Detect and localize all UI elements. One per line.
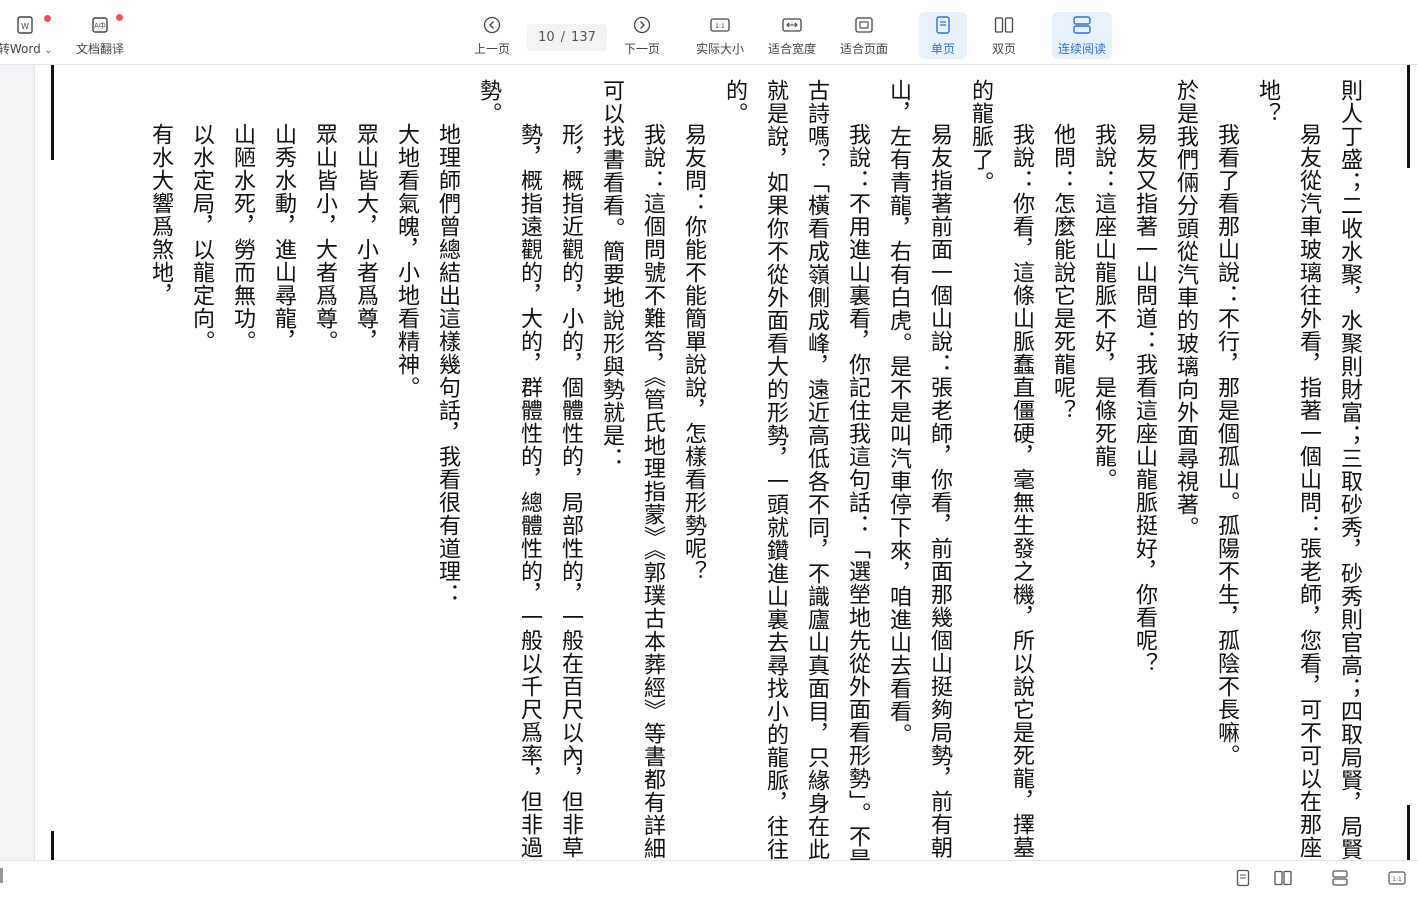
text-column: 易友又指著一山問道：我看這座山龍脈挺好，你看呢？ — [1132, 123, 1157, 675]
text-column: 我說：這座山龍脈不好，是條死龍。 — [1091, 123, 1116, 491]
continuous-read-label: 连续阅读 — [1057, 42, 1106, 56]
text-column: 大地看氣魄，小地看精神。 — [394, 123, 419, 399]
text-column: 我看了看那山說：不行，那是個孤山。孤陽不生，孤陰不長嘛。 — [1214, 123, 1239, 767]
page-border-left-bottom — [51, 831, 54, 860]
text-column: 勢，概指遠觀的，大的，群體性的，總體性的，一般以千尺爲率，但非過遠 — [517, 123, 542, 860]
single-page-icon — [932, 14, 954, 36]
text-column: 山秀水動，進山尋龍， — [271, 123, 296, 353]
vertical-text-body: 則人丁盛；二收水聚，水聚則財富；三取砂秀，砂秀則官高；四取局賢，局賢則 易友從汽… — [140, 79, 1370, 860]
next-page-button[interactable]: 下一页 — [620, 14, 664, 57]
chevron-right-circle-icon — [631, 14, 653, 36]
text-column: 我說：不用進山裏看，你記住我這句話：「選塋地先從外面看形勢」。不是先 — [845, 123, 870, 860]
document-viewport[interactable]: 則人丁盛；二收水聚，水聚則財富；三取砂秀，砂秀則官高；四取局賢，局賢則 易友從汽… — [0, 65, 1418, 860]
text-column: 易友指著前面一個山說：張老師，你看，前面那幾個山挺夠局勢，前有朝山 — [927, 123, 952, 860]
text-column: 則人丁盛；二收水聚，水聚則財富；三取砂秀，砂秀則官高；四取局賢，局賢則 — [1337, 79, 1362, 860]
total-pages: 137 — [571, 30, 596, 45]
left-margin — [0, 65, 35, 860]
page-border-left-top — [51, 65, 54, 160]
word-doc-icon: W — [14, 14, 36, 36]
double-page-icon — [993, 14, 1015, 36]
text-column: 有水大響爲煞地， — [148, 123, 173, 307]
text-column: 眾山皆小，大者爲尊。 — [312, 123, 337, 353]
continuous-read-button[interactable]: 连续阅读 — [1052, 12, 1112, 59]
text-column: 的龍脈了。 — [968, 79, 993, 194]
svg-text:1:1: 1:1 — [1392, 876, 1402, 883]
text-column: 古詩嗎？「橫看成嶺側成峰，遠近高低各不同，不識廬山真面目，只緣身在此山中 — [804, 79, 829, 860]
actual-size-icon[interactable]: 1:1 — [1387, 868, 1407, 888]
page-border-right — [1407, 65, 1410, 168]
actual-size-label: 实际大小 — [695, 42, 744, 56]
text-column: 山，左有青龍，右有白虎。是不是叫汽車停下來，咱進山去看看。 — [886, 79, 911, 746]
actual-size-button[interactable]: 1:1 实际大小 — [693, 14, 747, 57]
actual-size-icon: 1:1 — [709, 14, 731, 36]
single-page-button[interactable]: 单页 — [919, 12, 967, 59]
text-column: 的。 — [722, 79, 747, 125]
chevron-left-circle-icon — [481, 14, 503, 36]
text-column: 他問：怎麼能說它是死龍呢？ — [1050, 123, 1075, 422]
text-column: 我說：你看，這條山脈蠢直僵硬，毫無生發之機，所以說它是死龍，擇墓最忌 — [1009, 123, 1034, 860]
text-column: 形，概指近觀的，小的，個體性的，局部性的，一般在百尺以內，但非草芥之形 — [558, 123, 583, 860]
document-page: 則人丁盛；二收水聚，水聚則財富；三取砂秀，砂秀則官高；四取局賢，局賢則 易友從汽… — [35, 65, 1418, 860]
svg-text:W: W — [21, 22, 29, 31]
fit-width-button[interactable]: 适合宽度 — [765, 14, 819, 57]
text-column: 以水定局，以龍定向。 — [189, 123, 214, 353]
next-page-label: 下一页 — [623, 42, 660, 56]
to-word-label: 转Word — [0, 42, 41, 56]
single-page-icon[interactable] — [1233, 868, 1253, 888]
svg-text:1:1: 1:1 — [715, 23, 725, 30]
single-page-label: 单页 — [930, 42, 955, 56]
svg-text:A中: A中 — [94, 21, 106, 30]
double-page-icon[interactable] — [1273, 868, 1293, 888]
fit-width-icon — [781, 14, 803, 36]
notification-dot — [44, 15, 51, 22]
text-column: 地？ — [1255, 79, 1280, 125]
prev-page-label: 上一页 — [473, 42, 510, 56]
text-column: 眾山皆大，小者爲尊， — [353, 123, 378, 353]
fit-page-icon — [853, 14, 875, 36]
prev-page-button[interactable]: 上一页 — [470, 14, 514, 57]
fit-page-label: 适合页面 — [839, 42, 888, 56]
fit-page-button[interactable]: 适合页面 — [837, 14, 891, 57]
fit-width-label: 适合宽度 — [767, 42, 816, 56]
status-bar: 1:1 — [0, 860, 1418, 900]
page-separator: / — [560, 30, 566, 45]
chevron-down-icon: ⌄ — [44, 46, 53, 56]
translate-label: 文档翻译 — [75, 42, 124, 56]
current-page: 10 — [538, 30, 555, 45]
scroll-indicator[interactable] — [0, 868, 3, 883]
double-page-button[interactable]: 双页 — [985, 14, 1023, 57]
notification-dot — [116, 14, 123, 21]
text-column: 地理師們曾總結出這樣幾句話，我看很有道理： — [435, 123, 460, 606]
continuous-read-icon — [1071, 14, 1093, 36]
text-column: 山陋水死，勞而無功。 — [230, 123, 255, 353]
text-column: 易友從汽車玻璃往外看，指著一個山問：張老師，您看，可不可以在那座山 — [1296, 123, 1321, 860]
text-column: 就是說，如果你不從外面看大的形勢，一頭就鑽進山裏去尋找小的龍脈，往往會 — [763, 79, 788, 860]
translate-doc-icon: A中 — [89, 14, 111, 36]
text-column: 勢。 — [476, 79, 501, 125]
text-column: 易友問：你能不能簡單說說，怎樣看形勢呢？ — [681, 123, 706, 583]
double-page-label: 双页 — [991, 42, 1016, 56]
page-border-right-bottom — [1407, 805, 1410, 860]
text-column: 可以找書看看。簡要地說形與勢就是： — [599, 79, 624, 470]
page-number-input[interactable]: 10 / 137 — [527, 24, 607, 51]
continuous-read-icon[interactable] — [1330, 868, 1350, 888]
text-column: 於是我們倆分頭從汽車的玻璃向外面尋視著。 — [1173, 79, 1198, 539]
toolbar: W 转Word ⌄ A中 文档翻译 上一页 10 / 137 下一页 1:1 实… — [0, 0, 1418, 65]
text-column: 我說：這個問號不難答，《管氏地理指蒙》《郭璞古本葬經》等書都有詳細論 — [640, 123, 665, 860]
